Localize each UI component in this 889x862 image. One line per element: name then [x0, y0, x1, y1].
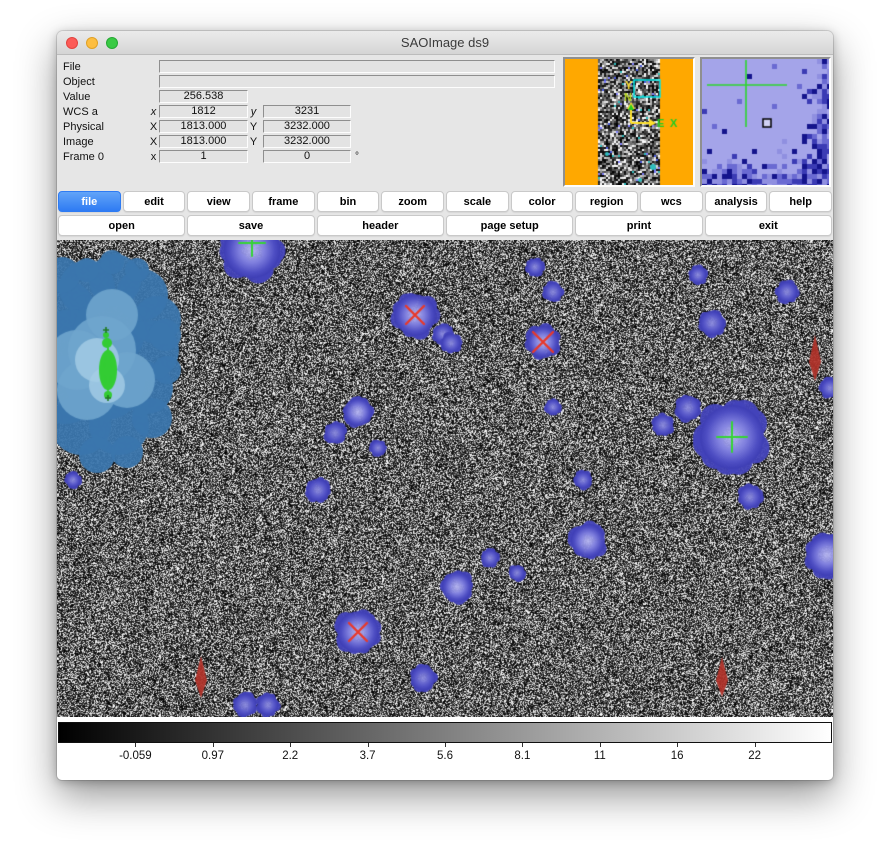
wcs-row: WCS a x 1812 y 3231: [63, 104, 555, 119]
image-x-field: 1813.000: [159, 135, 248, 148]
sky-image-frame[interactable]: [57, 240, 833, 717]
wcs-y-field: 3231: [263, 105, 351, 118]
object-row: Object: [63, 74, 555, 89]
coordinate-readout: File Object Value 256.538 WCS a x: [63, 59, 555, 164]
colorbar-tick-label: 3.7: [360, 750, 376, 762]
action-button-header[interactable]: header: [317, 215, 444, 236]
wcs-label: WCS a: [63, 106, 148, 118]
object-field: [159, 75, 555, 88]
colorbar-tick: [755, 743, 756, 747]
action-button-save[interactable]: save: [187, 215, 314, 236]
desktop: SAOImage ds9 File Object Value 256.538: [0, 0, 889, 862]
colorbar-tick: [677, 743, 678, 747]
menu-button-view[interactable]: view: [187, 191, 250, 212]
menu-button-wcs[interactable]: wcs: [640, 191, 703, 212]
action-button-open[interactable]: open: [58, 215, 185, 236]
colorbar-tick: [290, 743, 291, 747]
menu-button-help[interactable]: help: [769, 191, 832, 212]
action-button-print[interactable]: print: [575, 215, 702, 236]
colorbar-tick: [522, 743, 523, 747]
menu-button-edit[interactable]: edit: [123, 191, 186, 212]
colorbar-tick: [135, 743, 136, 747]
file-label: File: [63, 61, 148, 73]
colorbar-tick: [213, 743, 214, 747]
colorbar-tick: [368, 743, 369, 747]
file-field: [159, 60, 555, 73]
image-row: Image X 1813.000 Y 3232.000: [63, 134, 555, 149]
menu-button-scale[interactable]: scale: [446, 191, 509, 212]
menu-button-row: fileeditviewframebinzoomscalecolorregion…: [57, 191, 833, 212]
image-y-sublabel: Y: [248, 136, 259, 148]
image-x-sublabel: X: [148, 136, 159, 148]
colorbar-tick: [445, 743, 446, 747]
value-row: Value 256.538: [63, 89, 555, 104]
colorbar-tick-label: 22: [748, 750, 761, 762]
degree-symbol: °: [355, 151, 359, 162]
colorbar-tick-label: 8.1: [514, 750, 530, 762]
colorbar-tick-label: 5.6: [437, 750, 453, 762]
info-panel: File Object Value 256.538 WCS a x: [57, 55, 833, 189]
colorbar-section: -0.059 0.97 2.2 3.7 5.6 8.1 11 16 22: [57, 717, 833, 780]
menu-button-analysis[interactable]: analysis: [705, 191, 768, 212]
frame-rotate-field: 0: [263, 150, 351, 163]
physical-row: Physical X 1813.000 Y 3232.000: [63, 119, 555, 134]
menu-button-bin[interactable]: bin: [317, 191, 380, 212]
magnifier: [700, 57, 831, 187]
action-button-exit[interactable]: exit: [705, 215, 832, 236]
menu-button-file[interactable]: file: [58, 191, 121, 212]
magnifier-canvas: [702, 59, 829, 185]
physical-label: Physical: [63, 121, 148, 133]
titlebar[interactable]: SAOImage ds9: [57, 31, 833, 55]
physical-y-field: 3232.000: [263, 120, 351, 133]
wcs-x-sublabel: x: [148, 106, 159, 118]
file-row: File: [63, 59, 555, 74]
colorbar-tick-label: 0.97: [202, 750, 224, 762]
image-label: Image: [63, 136, 148, 148]
menu-button-color[interactable]: color: [511, 191, 574, 212]
action-button-page-setup[interactable]: page setup: [446, 215, 573, 236]
menu-button-zoom[interactable]: zoom: [381, 191, 444, 212]
physical-y-sublabel: Y: [248, 121, 259, 133]
colorbar-tick: [600, 743, 601, 747]
value-label: Value: [63, 91, 148, 103]
colorbar-tick-label: -0.059: [119, 750, 152, 762]
file-action-row: opensaveheaderpage setupprintexit: [57, 215, 833, 236]
wcs-x-field: 1812: [159, 105, 248, 118]
physical-x-field: 1813.000: [159, 120, 248, 133]
ds9-window: SAOImage ds9 File Object Value 256.538: [57, 31, 833, 780]
colorbar-tick-label: 11: [594, 750, 606, 762]
image-y-field: 3232.000: [263, 135, 351, 148]
frame-x-sublabel: x: [148, 151, 159, 163]
frame-zoom-field: 1: [159, 150, 248, 163]
colorbar-tick-label: 16: [671, 750, 684, 762]
menu-button-region[interactable]: region: [575, 191, 638, 212]
frame-label: Frame 0: [63, 151, 148, 163]
colorbar-tick-label: 2.2: [282, 750, 298, 762]
colorbar-gradient[interactable]: [58, 722, 832, 743]
panner[interactable]: [563, 57, 695, 187]
physical-x-sublabel: X: [148, 121, 159, 133]
frame-row: Frame 0 x 1 0 °: [63, 149, 555, 164]
value-field: 256.538: [159, 90, 248, 103]
colorbar-scale: -0.059 0.97 2.2 3.7 5.6 8.1 11 16 22: [58, 743, 832, 773]
wcs-y-sublabel: y: [248, 106, 259, 118]
panner-canvas[interactable]: [565, 59, 693, 185]
window-title: SAOImage ds9: [57, 35, 833, 50]
sky-canvas[interactable]: [57, 240, 833, 717]
object-label: Object: [63, 76, 148, 88]
menu-button-frame[interactable]: frame: [252, 191, 315, 212]
